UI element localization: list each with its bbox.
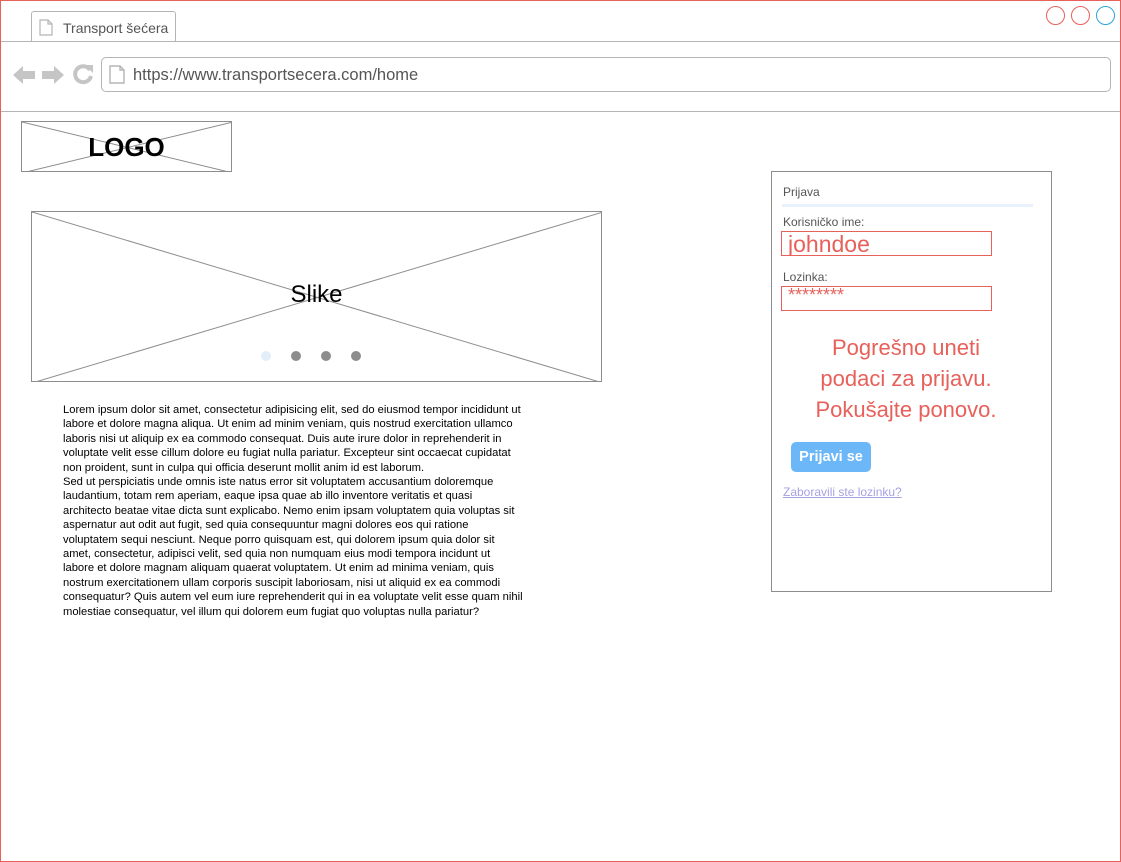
address-bar[interactable]: https://www.transportsecera.com/home bbox=[101, 57, 1111, 92]
slider-label: Slike bbox=[290, 281, 343, 308]
browser-window: Transport šećera https://www.transportse… bbox=[0, 0, 1121, 862]
login-panel: Prijava Korisničko ime: johndoe Lozinka:… bbox=[771, 171, 1052, 592]
error-line: Pokušajte ponovo. bbox=[815, 397, 997, 422]
error-message: Pogrešno uneti podaci za prijavu. Pokuša… bbox=[786, 332, 1026, 425]
paragraph: Lorem ipsum dolor sit amet, consectetur … bbox=[63, 404, 521, 474]
page-icon bbox=[109, 65, 125, 89]
slider-dot[interactable] bbox=[351, 351, 361, 361]
login-title: Prijava bbox=[783, 185, 820, 199]
slider-dot-active[interactable] bbox=[261, 351, 271, 361]
login-button[interactable]: Prijavi se bbox=[791, 442, 871, 472]
tab-title: Transport šećera bbox=[63, 20, 169, 36]
forgot-password-link[interactable]: Zaboravili ste lozinku? bbox=[783, 485, 902, 499]
username-field[interactable]: johndoe bbox=[781, 231, 992, 256]
window-button-1[interactable] bbox=[1046, 6, 1065, 25]
reload-icon[interactable] bbox=[71, 62, 95, 91]
page-icon bbox=[39, 19, 53, 41]
paragraph: Sed ut perspiciatis unde omnis iste natu… bbox=[63, 476, 523, 618]
slider-dot[interactable] bbox=[321, 351, 331, 361]
tab-divider bbox=[1, 41, 1120, 42]
window-button-3[interactable] bbox=[1096, 6, 1115, 25]
back-arrow-icon[interactable] bbox=[12, 63, 36, 92]
browser-tab[interactable]: Transport šećera bbox=[31, 11, 176, 42]
error-line: podaci za prijavu. bbox=[820, 366, 992, 391]
logo: LOGO bbox=[21, 121, 232, 172]
logo-text: LOGO bbox=[88, 132, 165, 162]
password-label: Lozinka: bbox=[783, 270, 828, 284]
image-slider: Slike bbox=[31, 211, 602, 382]
username-label: Korisničko ime: bbox=[783, 215, 865, 229]
password-field[interactable]: ******** bbox=[781, 286, 992, 311]
slider-dot[interactable] bbox=[291, 351, 301, 361]
login-title-underline bbox=[782, 204, 1033, 207]
error-line: Pogrešno uneti bbox=[832, 335, 980, 360]
window-button-2[interactable] bbox=[1071, 6, 1090, 25]
forward-arrow-icon[interactable] bbox=[41, 63, 65, 92]
url-text: https://www.transportsecera.com/home bbox=[133, 66, 419, 84]
content-text: Lorem ipsum dolor sit amet, consectetur … bbox=[63, 403, 523, 619]
nav-divider bbox=[1, 111, 1120, 112]
